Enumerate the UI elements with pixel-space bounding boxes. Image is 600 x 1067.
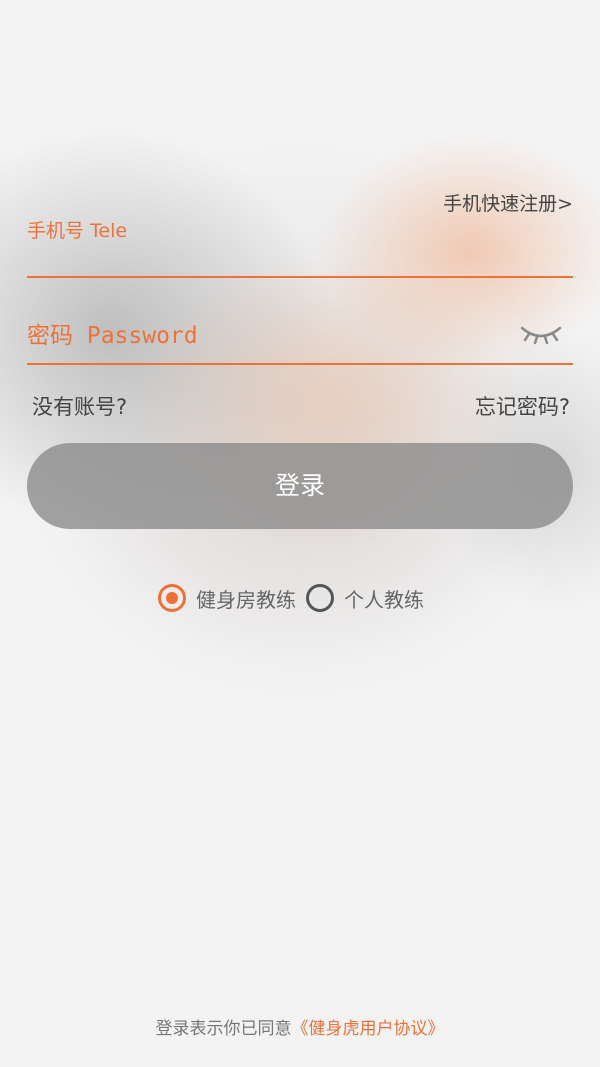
blurred-background [0, 0, 600, 1067]
radio-unchecked-icon[interactable] [306, 584, 334, 612]
password-field[interactable]: 密码 Password [27, 302, 573, 365]
role-label: 个人教练 [344, 587, 424, 612]
agreement-prefix: 登录表示你已同意 [155, 1019, 292, 1039]
agreement-text: 登录表示你已同意《健身虎用户协议》 [0, 1014, 600, 1039]
role-option-gym-coach[interactable]: 健身房教练 [158, 584, 296, 613]
login-button[interactable]: 登录 [27, 443, 573, 529]
role-selector: 健身房教练 个人教练 [158, 580, 424, 616]
no-account-link[interactable]: 没有账号? [32, 391, 127, 421]
password-placeholder: 密码 Password [27, 323, 198, 349]
forgot-password-link[interactable]: 忘记密码? [475, 391, 570, 421]
radio-checked-icon[interactable] [158, 584, 186, 612]
role-option-personal-coach[interactable]: 个人教练 [306, 584, 424, 613]
role-label: 健身房教练 [196, 587, 296, 612]
phone-field[interactable]: 手机号 Tele [27, 212, 573, 278]
phone-placeholder: 手机号 Tele [27, 220, 128, 242]
user-agreement-link[interactable]: 《健身虎用户协议》 [292, 1019, 445, 1039]
eye-closed-icon[interactable] [519, 320, 563, 346]
